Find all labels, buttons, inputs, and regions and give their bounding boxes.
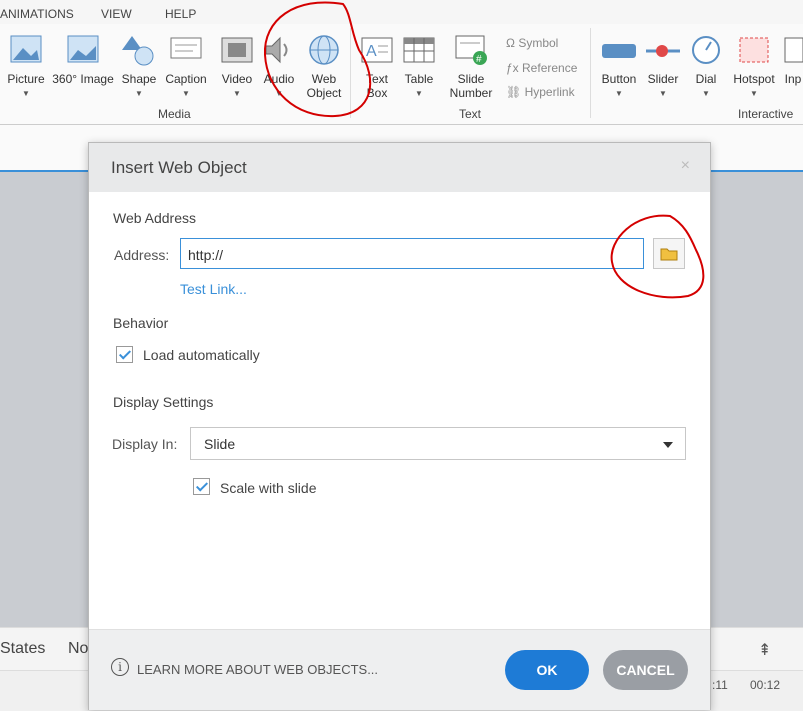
table-icon <box>403 37 435 63</box>
shape-button[interactable]: Shape ▼ <box>120 34 158 101</box>
slider-button[interactable]: Slider ▼ <box>643 34 683 101</box>
speaker-icon <box>265 36 288 64</box>
ribbon: Picture ▼ 360° Image Shape ▼ Caption ▼ Vide… <box>0 24 803 125</box>
slider-icon <box>646 45 680 57</box>
browse-button[interactable] <box>653 238 685 269</box>
input-button[interactable]: Inp <box>783 34 803 86</box>
reference-icon: ƒx <box>506 61 523 75</box>
address-label: Address: <box>114 247 170 263</box>
notes-tab[interactable]: No <box>68 640 88 658</box>
insert-web-object-dialog: Insert Web Object × Web Address Address:… <box>88 142 711 710</box>
menu-bar: ANIMATIONS VIEW HELP <box>0 0 803 24</box>
align-icon[interactable]: ⇞ <box>758 640 771 660</box>
dialog-title: Insert Web Object <box>111 158 247 177</box>
timeline-tick: 00:12 <box>750 678 781 692</box>
svg-text:A: A <box>366 43 377 60</box>
menu-help[interactable]: HELP <box>165 7 196 21</box>
picture-icon <box>10 35 42 63</box>
text-box-button[interactable]: A Text Box <box>357 34 397 100</box>
video-icon <box>221 37 253 63</box>
menu-animations[interactable]: ANIMATIONS <box>0 7 74 21</box>
menu-view[interactable]: VIEW <box>101 7 132 21</box>
video-button[interactable]: Video ▼ <box>218 34 256 101</box>
slide-number-icon: # <box>455 35 487 65</box>
info-icon: i <box>111 658 129 676</box>
table-button[interactable]: Table ▼ <box>400 34 438 101</box>
hotspot-icon <box>739 37 769 63</box>
ok-button[interactable]: OK <box>505 650 589 690</box>
checkbox-icon <box>784 37 803 63</box>
web-address-heading: Web Address <box>113 210 197 226</box>
slide-number-button[interactable]: # Slide Number <box>443 34 499 100</box>
dial-button[interactable]: Dial ▼ <box>688 34 724 101</box>
scale-with-slide-checkbox[interactable] <box>193 478 210 495</box>
display-in-select[interactable]: Slide <box>190 427 686 460</box>
hyperlink-button[interactable]: ⛓ Hyperlink <box>506 85 575 99</box>
reference-button[interactable]: ƒx Reference <box>506 61 577 75</box>
svg-text:#: # <box>476 54 482 65</box>
caption-icon <box>170 37 202 59</box>
caption-button[interactable]: Caption ▼ <box>163 34 209 101</box>
test-link[interactable]: Test Link... <box>180 281 247 297</box>
load-automatically-label: Load automatically <box>143 347 260 363</box>
symbol-button[interactable]: Ω Symbol <box>506 36 558 50</box>
panorama-icon <box>67 35 99 63</box>
behavior-heading: Behavior <box>113 315 169 331</box>
dialog-titlebar: Insert Web Object × <box>89 143 710 192</box>
timeline-tick: :11 <box>712 678 728 692</box>
button-icon <box>602 44 636 58</box>
picture-button[interactable]: Picture ▼ <box>6 34 46 101</box>
folder-icon <box>660 248 678 261</box>
ribbon-divider <box>350 28 351 118</box>
360-image-button[interactable]: 360° Image <box>51 34 115 86</box>
dial-icon <box>692 36 720 64</box>
ribbon-divider <box>590 28 591 118</box>
learn-more-link[interactable]: LEARN MORE ABOUT WEB OBJECTS... <box>137 662 378 677</box>
close-icon[interactable]: × <box>681 157 690 175</box>
button-button[interactable]: Button ▼ <box>597 34 641 101</box>
display-in-label: Display In: <box>112 436 178 452</box>
dialog-footer: i LEARN MORE ABOUT WEB OBJECTS... OK CAN… <box>89 629 710 710</box>
shape-icon <box>122 36 154 66</box>
link-icon: ⛓ <box>506 85 525 99</box>
interactive-group-label: Interactive <box>738 107 794 121</box>
chevron-down-icon <box>663 442 673 448</box>
cancel-button[interactable]: CANCEL <box>603 650 688 690</box>
omega-icon: Ω <box>506 36 519 50</box>
globe-icon <box>309 35 339 65</box>
display-settings-heading: Display Settings <box>113 394 214 410</box>
text-box-icon: A <box>361 37 393 63</box>
text-group-label: Text <box>459 107 482 121</box>
load-automatically-checkbox[interactable] <box>116 346 133 363</box>
hotspot-button[interactable]: Hotspot ▼ <box>729 34 779 101</box>
scale-with-slide-label: Scale with slide <box>220 480 317 496</box>
states-tab[interactable]: States <box>0 640 45 658</box>
address-input[interactable]: http:// <box>180 238 644 269</box>
media-group-label: Media <box>158 107 191 121</box>
web-object-button[interactable]: Web Object <box>303 34 345 100</box>
audio-button[interactable]: Audio ▼ <box>260 34 298 101</box>
